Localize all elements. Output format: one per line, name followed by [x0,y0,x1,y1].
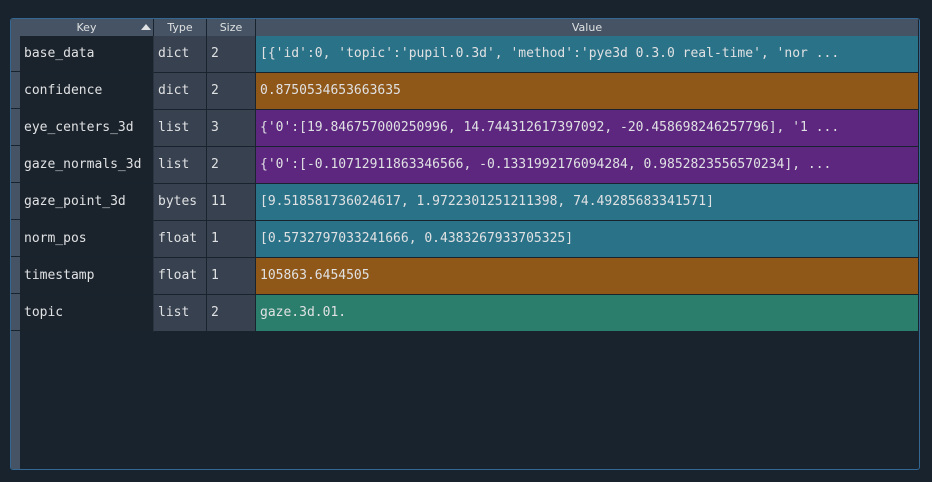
type-cell[interactable]: list [154,147,207,184]
key-cell[interactable]: topic [20,295,154,332]
size-cell[interactable]: 3 [207,110,256,147]
value-cell[interactable]: 0.8750534653663635 [256,73,919,110]
column-header-size[interactable]: Size [207,19,256,36]
row-header[interactable] [11,19,20,469]
column-header-value-label: Value [571,21,603,34]
row-header-cell[interactable] [11,110,20,146]
value-cell[interactable]: [9.518581736024617, 1.9722301251211398, … [256,184,919,221]
value-cell[interactable]: gaze.3d.01. [256,295,919,332]
row-header-cell[interactable] [11,184,20,220]
column-header-key[interactable]: Key [20,19,154,36]
table-row[interactable]: confidence dict 2 0.8750534653663635 [20,73,919,110]
column-header-type-label: Type [167,21,193,34]
key-cell[interactable]: gaze_normals_3d [20,147,154,184]
size-cell[interactable]: 2 [207,147,256,184]
row-header-cell[interactable] [11,295,20,331]
key-cell[interactable]: base_data [20,36,154,73]
size-cell[interactable]: 2 [207,295,256,332]
key-cell[interactable]: timestamp [20,258,154,295]
value-cell[interactable]: [{'id':0, 'topic':'pupil.0.3d', 'method'… [256,36,919,73]
table-row[interactable]: timestamp float 1 105863.6454505 [20,258,919,295]
size-cell[interactable]: 1 [207,221,256,258]
value-cell[interactable]: {'0':[19.846757000250996, 14.74431261739… [256,110,919,147]
value-cell[interactable]: [0.5732797033241666, 0.4383267933705325] [256,221,919,258]
table-row[interactable]: norm_pos float 1 [0.5732797033241666, 0.… [20,221,919,258]
key-cell[interactable]: norm_pos [20,221,154,258]
type-cell[interactable]: list [154,110,207,147]
type-cell[interactable]: float [154,221,207,258]
table-row[interactable]: base_data dict 2 [{'id':0, 'topic':'pupi… [20,36,919,73]
row-header-cell[interactable] [11,73,20,109]
column-header-size-label: Size [219,21,243,34]
table-row[interactable]: eye_centers_3d list 3 {'0':[19.846757000… [20,110,919,147]
row-header-cell[interactable] [11,36,20,72]
value-cell[interactable]: {'0':[-0.10712911863346566, -0.133199217… [256,147,919,184]
table-row[interactable]: topic list 2 gaze.3d.01. [20,295,919,332]
column-header-value[interactable]: Value [256,19,919,36]
key-cell[interactable]: gaze_point_3d [20,184,154,221]
type-cell[interactable]: dict [154,36,207,73]
size-cell[interactable]: 2 [207,36,256,73]
size-cell[interactable]: 11 [207,184,256,221]
size-cell[interactable]: 1 [207,258,256,295]
column-header: Key Type Size Value [20,19,919,36]
size-cell[interactable]: 2 [207,73,256,110]
row-header-cell[interactable] [11,258,20,294]
table-body: base_data dict 2 [{'id':0, 'topic':'pupi… [20,36,919,332]
type-cell[interactable]: list [154,295,207,332]
column-header-type[interactable]: Type [154,19,207,36]
row-header-cell[interactable] [11,147,20,183]
key-cell[interactable]: eye_centers_3d [20,110,154,147]
row-header-cell[interactable] [11,221,20,257]
type-cell[interactable]: dict [154,73,207,110]
table-row[interactable]: gaze_point_3d bytes 11 [9.51858173602461… [20,184,919,221]
type-cell[interactable]: bytes [154,184,207,221]
column-header-key-label: Key [76,21,97,34]
table-row[interactable]: gaze_normals_3d list 2 {'0':[-0.10712911… [20,147,919,184]
type-cell[interactable]: float [154,258,207,295]
variable-explorer-table[interactable]: Key Type Size Value base_data dict 2 [{'… [10,18,920,470]
key-cell[interactable]: confidence [20,73,154,110]
sort-ascending-icon [141,24,151,30]
value-cell[interactable]: 105863.6454505 [256,258,919,295]
